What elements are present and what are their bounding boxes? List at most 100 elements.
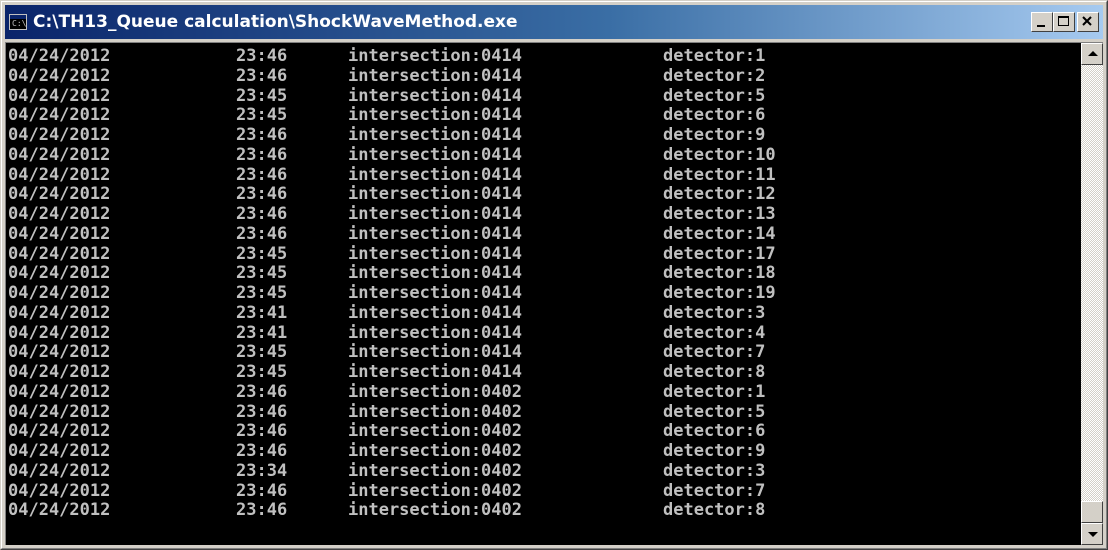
console-detector: detector:2 [663, 65, 766, 86]
console-intersection: intersection:0414 [348, 105, 522, 126]
console-line: 04/24/2012 23:46 intersection:0402 detector… [8, 382, 1086, 403]
console-time: 23:46 [236, 65, 288, 86]
console-time: 23:46 [236, 164, 288, 185]
console-app-icon[interactable]: C:\ [9, 14, 27, 30]
minimize-button[interactable] [1031, 12, 1053, 32]
app-icon-text: C:\ [12, 19, 27, 28]
console-detector: detector:18 [663, 263, 776, 284]
console-detector: detector:6 [663, 105, 766, 126]
console-intersection: intersection:0402 [348, 460, 522, 481]
console-date: 04/24/2012 [8, 47, 111, 66]
console-date: 04/24/2012 [8, 401, 111, 422]
close-icon [1082, 16, 1092, 26]
console-output[interactable]: 04/24/2012 23:46 intersection:0414 detector… [8, 47, 1086, 545]
console-time: 23:45 [236, 362, 288, 382]
console-detector: detector:5 [663, 85, 766, 106]
console-detector: detector:7 [663, 342, 766, 363]
console-time: 23:46 [236, 223, 288, 244]
console-date: 04/24/2012 [8, 480, 111, 501]
console-intersection: intersection:0414 [348, 144, 522, 165]
console-date: 04/24/2012 [8, 105, 111, 126]
console-detector: detector:3 [663, 460, 766, 481]
console-date: 04/24/2012 [8, 65, 111, 86]
console-date: 04/24/2012 [8, 460, 111, 481]
console-detector: detector:1 [663, 47, 766, 66]
console-time: 23:34 [236, 460, 288, 481]
console-intersection: intersection:0414 [348, 302, 522, 323]
console-line: 04/24/2012 23:46 intersection:0414 detector… [8, 125, 1086, 146]
minimize-icon [1037, 25, 1045, 27]
console-line: 04/24/2012 23:45 intersection:0414 detector… [8, 362, 1086, 383]
console-time: 23:46 [236, 401, 288, 422]
console-line: 04/24/2012 23:34 intersection:0402 detector… [8, 460, 1086, 482]
maximize-button[interactable] [1053, 12, 1075, 32]
console-time: 23:46 [236, 421, 288, 442]
console-time: 23:45 [236, 85, 288, 106]
console-time: 23:45 [236, 283, 288, 303]
console-detector: detector:8 [663, 362, 766, 382]
console-line: 04/24/2012 23:41 intersection:0414 detector… [8, 302, 1086, 324]
console-line: 04/24/2012 23:45 intersection:0414 detector… [8, 263, 1086, 284]
console-line: 04/24/2012 23:46 intersection:0402 detector… [8, 421, 1086, 442]
console-line: 04/24/2012 23:46 intersection:0402 detector… [8, 401, 1086, 423]
console-line: 04/24/2012 23:45 intersection:0414 detector… [8, 85, 1086, 107]
scrollbar-thumb[interactable] [1081, 501, 1103, 523]
console-line: 04/24/2012 23:46 intersection:0414 detector… [8, 65, 1086, 87]
console-intersection: intersection:0402 [348, 421, 522, 442]
console-time: 23:46 [236, 204, 288, 224]
console-date: 04/24/2012 [8, 500, 111, 521]
console-time: 23:45 [236, 342, 288, 363]
console-date: 04/24/2012 [8, 322, 111, 343]
vertical-scrollbar[interactable] [1081, 43, 1103, 545]
console-detector: detector:7 [663, 480, 766, 501]
console-time: 23:46 [236, 144, 288, 165]
console-intersection: intersection:0414 [348, 322, 522, 343]
console-detector: detector:17 [663, 243, 776, 264]
console-time: 23:41 [236, 302, 288, 323]
console-intersection: intersection:0414 [348, 283, 522, 303]
console-intersection: intersection:0414 [348, 243, 522, 264]
window-title: C:\TH13_Queue calculation\ShockWaveMetho… [33, 12, 518, 32]
console-intersection: intersection:0414 [348, 125, 522, 145]
console-intersection: intersection:0414 [348, 342, 522, 363]
console-intersection: intersection:0402 [348, 441, 522, 461]
console-time: 23:45 [236, 105, 288, 126]
console-date: 04/24/2012 [8, 421, 111, 442]
scroll-down-button[interactable] [1081, 523, 1103, 545]
console-line: 04/24/2012 23:45 intersection:0414 detector… [8, 105, 1086, 126]
console-date: 04/24/2012 [8, 125, 111, 145]
console-intersection: intersection:0414 [348, 65, 522, 86]
title-bar[interactable]: C:\ C:\TH13_Queue calculation\ShockWaveM… [5, 5, 1103, 39]
console-intersection: intersection:0414 [348, 362, 522, 382]
console-line: 04/24/2012 23:46 intersection:0402 detector… [8, 500, 1086, 521]
console-date: 04/24/2012 [8, 243, 111, 264]
console-detector: detector:9 [663, 125, 766, 145]
console-line: 04/24/2012 23:45 intersection:0414 detector… [8, 243, 1086, 265]
console-time: 23:46 [236, 500, 288, 521]
console-detector: detector:4 [663, 322, 766, 343]
scroll-up-button[interactable] [1081, 43, 1103, 65]
close-button[interactable] [1077, 12, 1099, 32]
console-detector: detector:8 [663, 500, 766, 521]
console-time: 23:41 [236, 322, 288, 343]
maximize-icon [1058, 16, 1069, 26]
console-intersection: intersection:0402 [348, 480, 522, 501]
console-intersection: intersection:0414 [348, 204, 522, 224]
console-line: 04/24/2012 23:45 intersection:0414 detector… [8, 342, 1086, 363]
console-client-area[interactable]: 04/24/2012 23:46 intersection:0414 detector… [5, 42, 1103, 545]
console-date: 04/24/2012 [8, 223, 111, 244]
console-intersection: intersection:0402 [348, 401, 522, 422]
console-date: 04/24/2012 [8, 302, 111, 323]
console-time: 23:45 [236, 263, 288, 284]
console-detector: detector:11 [663, 164, 776, 185]
console-date: 04/24/2012 [8, 441, 111, 461]
console-time: 23:46 [236, 184, 288, 205]
console-date: 04/24/2012 [8, 85, 111, 106]
console-time: 23:46 [236, 480, 288, 501]
console-window: C:\ C:\TH13_Queue calculation\ShockWaveM… [0, 0, 1108, 550]
console-intersection: intersection:0402 [348, 500, 522, 521]
console-time: 23:46 [236, 47, 288, 66]
console-detector: detector:12 [663, 184, 776, 205]
console-time: 23:46 [236, 125, 288, 145]
console-detector: detector:3 [663, 302, 766, 323]
